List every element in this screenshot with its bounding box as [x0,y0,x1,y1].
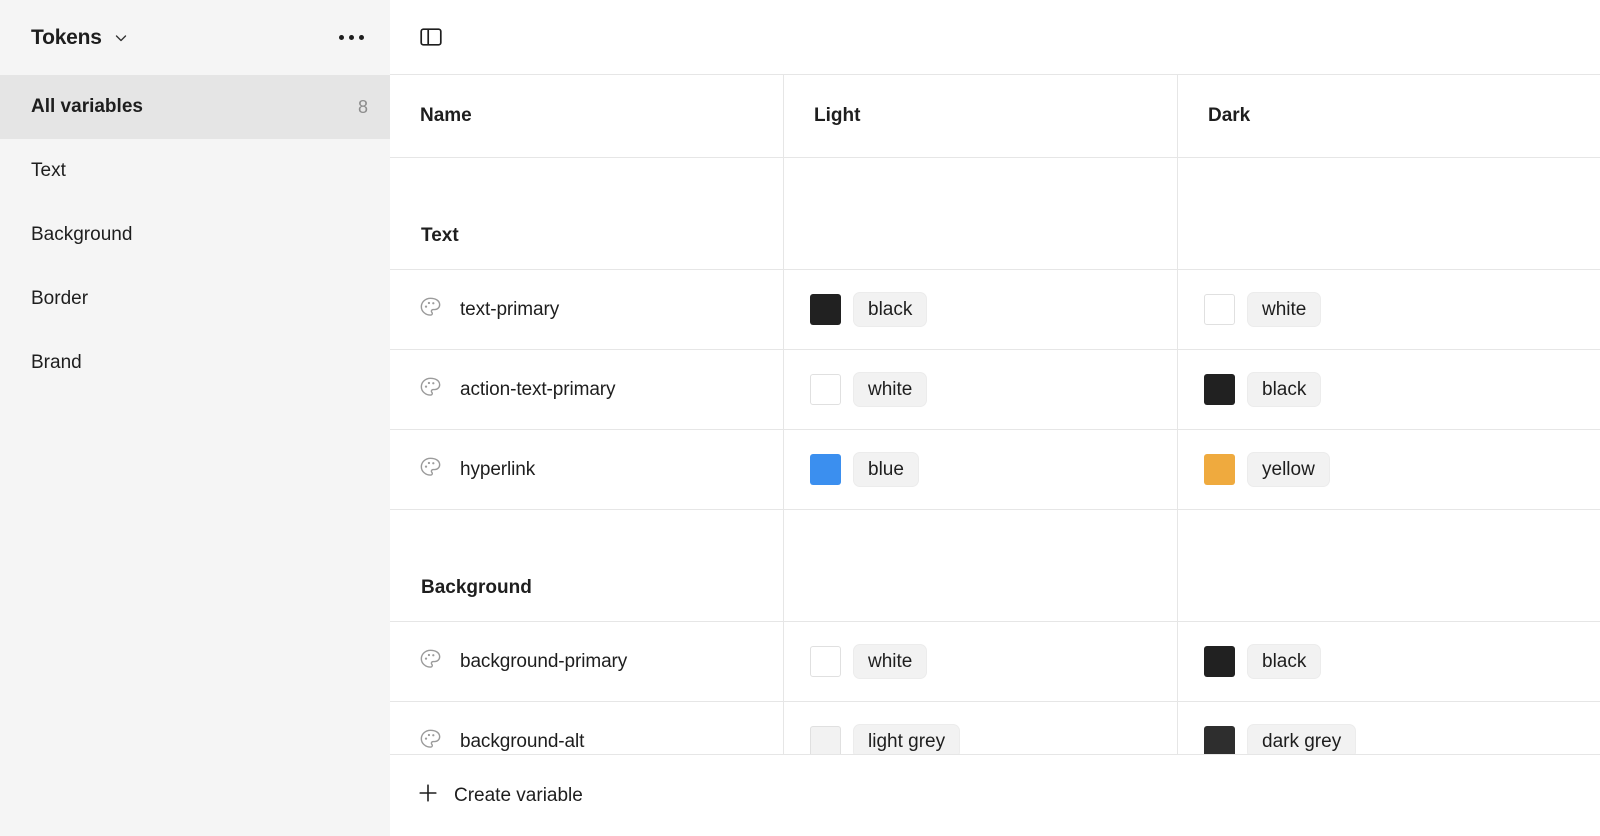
color-swatch[interactable] [810,374,841,405]
color-palette-icon [418,727,443,757]
color-swatch[interactable] [1204,294,1235,325]
chevron-down-icon[interactable] [113,30,129,46]
variable-name: background-alt [460,730,585,752]
table-row[interactable]: background-primary white black [390,622,1600,702]
sidebar-item-border[interactable]: Border [0,267,390,331]
variable-name: text-primary [460,298,560,320]
color-label[interactable]: yellow [1247,452,1330,487]
sidebar-item-label: All variables [31,96,143,117]
color-swatch[interactable] [810,454,841,485]
table-header-row: Name Light Dark [390,75,1600,158]
sidebar-item-label: Brand [31,352,82,373]
light-value-cell[interactable]: white [783,350,1177,429]
color-label[interactable]: dark grey [1247,724,1357,756]
group-empty-dark [1177,158,1600,269]
variable-name-cell[interactable]: hyperlink [390,430,783,509]
group-empty-light [783,510,1177,621]
sidebar: Tokens All variables 8 Text Background B… [0,0,390,836]
color-label[interactable]: white [853,644,928,679]
create-variable-button[interactable]: Create variable [416,781,583,811]
color-label[interactable]: blue [853,452,919,487]
sidebar-item-count: 8 [357,96,368,117]
color-swatch[interactable] [810,294,841,325]
dark-value-cell[interactable]: black [1177,350,1600,429]
main-panel: Name Light Dark Text text-primary black … [390,0,1600,836]
more-horizontal-icon[interactable] [335,29,368,46]
table-row[interactable]: text-primary black white [390,270,1600,350]
sidebar-item-label: Background [31,224,133,245]
dark-value-cell[interactable]: white [1177,270,1600,349]
color-label[interactable]: black [1247,644,1322,679]
sidebar-item-label: Border [31,288,89,309]
sidebar-item-brand[interactable]: Brand [0,331,390,395]
group-empty-dark [1177,510,1600,621]
variable-name: action-text-primary [460,378,616,400]
table-row[interactable]: background-alt light grey dark grey [390,702,1600,756]
dark-value-cell[interactable]: dark grey [1177,702,1600,756]
light-value-cell[interactable]: black [783,270,1177,349]
group-header-row: Text [390,158,1600,270]
dark-value-cell[interactable]: yellow [1177,430,1600,509]
main-toolbar [390,0,1600,75]
color-swatch[interactable] [810,726,841,756]
table-row[interactable]: action-text-primary white black [390,350,1600,430]
column-header-light[interactable]: Light [783,75,1177,157]
color-label[interactable]: black [853,292,928,327]
plus-icon [416,781,440,811]
color-label[interactable]: light grey [853,724,961,756]
table-row[interactable]: hyperlink blue yellow [390,430,1600,510]
color-label[interactable]: white [1247,292,1322,327]
light-value-cell[interactable]: white [783,622,1177,701]
sidebar-item-background[interactable]: Background [0,203,390,267]
color-label[interactable]: black [1247,372,1322,407]
color-swatch[interactable] [810,646,841,677]
panel-left-icon[interactable] [414,20,448,54]
collection-title: Tokens [31,25,102,49]
group-empty-light [783,158,1177,269]
color-palette-icon [418,375,443,405]
group-header-row: Background [390,510,1600,622]
color-palette-icon [418,455,443,485]
column-header-name[interactable]: Name [390,75,783,157]
color-label[interactable]: white [853,372,928,407]
group-title: Text [421,225,459,246]
variable-name-cell[interactable]: action-text-primary [390,350,783,429]
table-footer: Create variable [390,754,1600,836]
color-swatch[interactable] [1204,646,1235,677]
color-palette-icon [418,647,443,677]
column-header-dark[interactable]: Dark [1177,75,1600,157]
variables-panel: Tokens All variables 8 Text Background B… [0,0,1600,836]
more-dot [349,35,354,40]
create-variable-label: Create variable [454,784,583,806]
sidebar-item-text[interactable]: Text [0,139,390,203]
variable-name-cell[interactable]: background-primary [390,622,783,701]
variable-name: background-primary [460,650,628,672]
sidebar-item-all-variables[interactable]: All variables 8 [0,75,390,139]
light-value-cell[interactable]: blue [783,430,1177,509]
light-value-cell[interactable]: light grey [783,702,1177,756]
dark-value-cell[interactable]: black [1177,622,1600,701]
color-swatch[interactable] [1204,726,1235,756]
color-palette-icon [418,295,443,325]
variable-name: hyperlink [460,458,536,480]
sidebar-header: Tokens [0,0,390,75]
group-title: Background [421,577,532,598]
variables-table[interactable]: Name Light Dark Text text-primary black … [390,75,1600,756]
variable-name-cell[interactable]: background-alt [390,702,783,756]
variable-name-cell[interactable]: text-primary [390,270,783,349]
sidebar-item-label: Text [31,160,66,181]
more-dot [339,35,344,40]
more-dot [359,35,364,40]
color-swatch[interactable] [1204,374,1235,405]
color-swatch[interactable] [1204,454,1235,485]
